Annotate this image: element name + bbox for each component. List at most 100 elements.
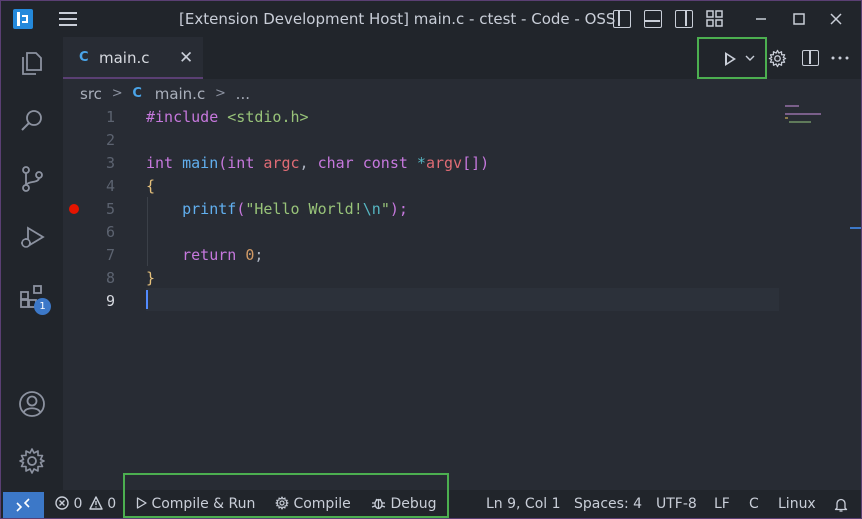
toggle-primary-sidebar-icon[interactable]	[613, 10, 631, 28]
code-line-5: printf("Hello World!\n");	[146, 198, 408, 221]
platform[interactable]: Linux	[778, 496, 816, 512]
code-token: <stdio.h>	[218, 108, 309, 126]
settings-gear-icon[interactable]	[768, 49, 787, 68]
code-token: int	[146, 154, 174, 172]
window-title: [Extension Development Host] main.c - ct…	[179, 10, 616, 28]
breadcrumb-more[interactable]: ...	[236, 85, 250, 103]
scrollbar-marker	[850, 227, 861, 229]
breadcrumb-file[interactable]: main.c	[155, 85, 206, 103]
problems-indicator[interactable]: 0 0	[55, 496, 116, 512]
chevron-right-icon: >	[214, 86, 226, 101]
chevron-down-icon[interactable]	[745, 54, 755, 62]
line-number: 6	[105, 223, 115, 241]
code-line-8: }	[146, 267, 155, 290]
bell-icon[interactable]	[834, 497, 848, 513]
code-line-3: int main(int argc, char const *argv[])	[146, 152, 489, 175]
debug-button[interactable]: Debug	[371, 496, 437, 512]
breadcrumb: src > C main.c > ...	[80, 84, 250, 104]
menu-icon[interactable]	[59, 12, 77, 26]
code-editor[interactable]: 1 2 3 4 5 6 7 8 9 #include <stdio.h> int…	[63, 105, 861, 470]
editor-tab-bar: C main.c ✕	[63, 37, 861, 79]
breadcrumb-folder[interactable]: src	[80, 85, 102, 103]
line-number: 7	[105, 246, 115, 264]
code-token: argv	[425, 154, 463, 172]
code-token: }	[146, 269, 156, 287]
error-count: 0	[73, 496, 83, 512]
run-debug-icon[interactable]	[18, 223, 46, 251]
line-number: 9	[105, 292, 115, 310]
title-bar: [Extension Development Host] main.c - ct…	[1, 1, 861, 37]
code-token: return	[182, 246, 237, 264]
toggle-panel-icon[interactable]	[644, 10, 662, 28]
compile-run-label: Compile & Run	[151, 496, 256, 512]
c-file-icon: C	[79, 50, 89, 65]
debug-label: Debug	[390, 496, 437, 512]
explorer-icon[interactable]	[18, 49, 46, 77]
status-bar: 0 0 Compile & Run Compile Debug Ln 9, Co…	[1, 473, 861, 518]
encoding[interactable]: UTF-8	[656, 496, 697, 512]
code-token: printf	[182, 200, 237, 218]
minimap[interactable]	[785, 105, 825, 125]
bug-icon	[371, 498, 386, 510]
settings-gear-icon[interactable]	[18, 447, 46, 475]
play-icon	[136, 497, 147, 509]
more-actions-icon[interactable]	[831, 56, 849, 60]
vscode-window: [Extension Development Host] main.c - ct…	[0, 0, 862, 519]
c-file-icon: C	[132, 86, 142, 101]
code-token: "Hello World!	[245, 200, 363, 218]
split-editor-icon[interactable]	[802, 50, 819, 66]
line-number: 3	[105, 154, 115, 172]
extensions-badge: 1	[34, 298, 51, 315]
tab-close-icon[interactable]: ✕	[179, 48, 193, 68]
code-token: "	[380, 200, 390, 218]
warning-count: 0	[107, 496, 117, 512]
code-line-7: return 0;	[146, 244, 263, 267]
code-line-4: {	[146, 175, 155, 198]
line-number: 2	[105, 131, 115, 149]
remote-icon	[16, 498, 30, 512]
account-icon[interactable]	[18, 390, 46, 418]
chevron-right-icon: >	[111, 86, 123, 101]
error-icon	[55, 496, 69, 510]
warning-icon	[89, 496, 103, 510]
minimize-icon[interactable]	[753, 11, 769, 27]
maximize-icon[interactable]	[791, 11, 807, 27]
current-line-highlight	[146, 288, 779, 311]
indentation[interactable]: Spaces: 4	[574, 496, 642, 512]
code-token: 0	[236, 246, 255, 264]
toggle-secondary-sidebar-icon[interactable]	[675, 10, 693, 28]
text-cursor	[146, 290, 148, 309]
code-token: *	[407, 154, 426, 172]
compile-button[interactable]: Compile	[275, 496, 351, 512]
tab-main-c[interactable]: C main.c ✕	[63, 37, 203, 79]
app-logo-icon	[13, 9, 33, 29]
language-mode[interactable]: C	[749, 496, 759, 512]
code-line-1: #include <stdio.h>	[146, 106, 309, 129]
end-of-line[interactable]: LF	[714, 496, 730, 512]
code-token: [])	[462, 154, 490, 172]
remote-indicator[interactable]	[3, 492, 44, 518]
code-token: );	[389, 200, 408, 218]
code-token: main	[173, 154, 219, 172]
code-token: argc	[254, 154, 300, 172]
code-token: int	[227, 154, 255, 172]
close-icon[interactable]	[828, 11, 844, 27]
line-number: 1	[105, 108, 115, 126]
run-button-group	[697, 37, 767, 79]
activity-bar: 1	[1, 37, 63, 490]
code-token: (	[218, 154, 228, 172]
code-token: ;	[254, 246, 264, 264]
gear-icon	[275, 496, 289, 510]
code-token: const	[353, 154, 408, 172]
customize-layout-icon[interactable]	[706, 10, 724, 28]
compile-run-button[interactable]: Compile & Run	[136, 496, 255, 512]
code-token: char	[317, 154, 354, 172]
tab-label: main.c	[99, 49, 150, 67]
cursor-position[interactable]: Ln 9, Col 1	[486, 496, 561, 512]
code-token: (	[236, 200, 246, 218]
search-icon[interactable]	[18, 107, 46, 135]
line-number: 4	[105, 177, 115, 195]
source-control-icon[interactable]	[18, 165, 46, 193]
